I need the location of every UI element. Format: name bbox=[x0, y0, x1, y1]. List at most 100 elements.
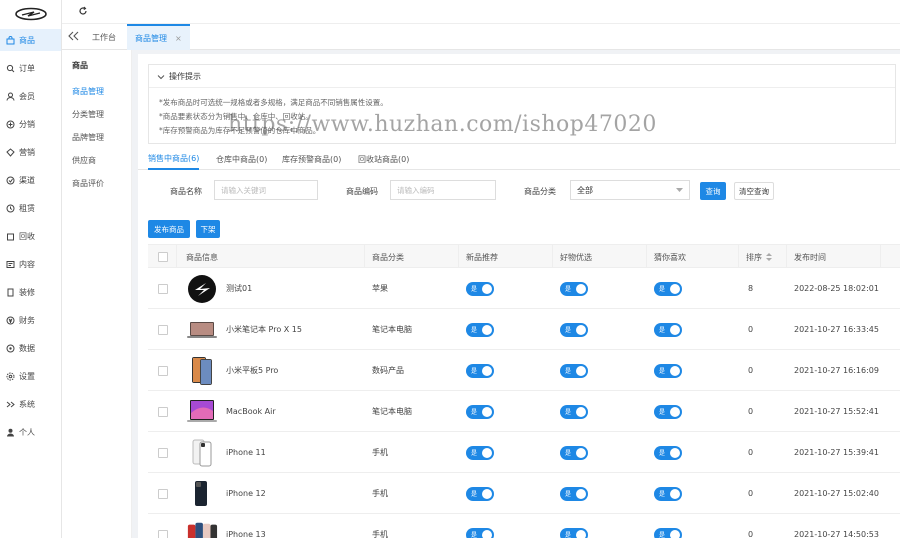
row-checkbox[interactable] bbox=[158, 529, 168, 538]
nav-item-personal[interactable]: 个人 bbox=[0, 421, 61, 443]
product-name[interactable]: iPhone 11 bbox=[226, 448, 266, 457]
search-button[interactable]: 查询 bbox=[700, 182, 726, 200]
header-sort[interactable]: 排序 bbox=[746, 245, 772, 269]
product-name[interactable]: iPhone 13 bbox=[226, 530, 266, 538]
sort-value[interactable]: 0 bbox=[748, 473, 753, 514]
switch-text: 是 bbox=[659, 368, 666, 375]
refresh-icon[interactable] bbox=[78, 6, 88, 18]
tab-workbench[interactable]: 工作台 bbox=[84, 24, 124, 50]
nav-item-settings[interactable]: 设置 bbox=[0, 365, 61, 387]
tab-in-warehouse[interactable]: 仓库中商品(0) bbox=[216, 148, 267, 170]
guess-like-toggle[interactable]: 是 bbox=[654, 445, 682, 460]
new-recommend-toggle[interactable]: 是 bbox=[466, 486, 494, 501]
table-row[interactable]: 测试01 苹果 是 是 是 8 2022-08-25 18:02:01 bbox=[148, 268, 900, 309]
select-all-checkbox[interactable] bbox=[158, 252, 168, 262]
guess-like-toggle[interactable]: 是 bbox=[654, 322, 682, 337]
product-category: 苹果 bbox=[372, 284, 388, 293]
table-row[interactable]: iPhone 12 手机 是 是 是 0 2021-10-27 15:02:40 bbox=[148, 473, 900, 514]
nav-item-recycle[interactable]: 回收 bbox=[0, 225, 61, 247]
table-row[interactable]: MacBook Air 笔记本电脑 是 是 是 0 2021-10-27 15:… bbox=[148, 391, 900, 432]
product-name[interactable]: 小米平板5 Pro bbox=[226, 365, 278, 376]
table-row[interactable]: iPhone 13 手机 是 是 是 0 2021-10-27 14:50:53 bbox=[148, 514, 900, 538]
row-checkbox[interactable] bbox=[158, 324, 168, 335]
sort-value[interactable]: 0 bbox=[748, 391, 753, 432]
channel-icon bbox=[6, 176, 15, 185]
row-checkbox[interactable] bbox=[158, 365, 168, 376]
nav-item-distribution[interactable]: 分销 bbox=[0, 113, 61, 135]
new-recommend-toggle[interactable]: 是 bbox=[466, 281, 494, 296]
nav-item-decorate[interactable]: 装修 bbox=[0, 281, 61, 303]
row-checkbox[interactable] bbox=[158, 488, 168, 499]
product-thumbnail bbox=[186, 273, 218, 305]
guess-like-toggle[interactable]: 是 bbox=[654, 281, 682, 296]
guess-like-toggle[interactable]: 是 bbox=[654, 486, 682, 501]
row-checkbox[interactable] bbox=[158, 447, 168, 458]
category-select[interactable]: 全部 bbox=[570, 180, 690, 200]
submenu-item-brand[interactable]: 品牌管理 bbox=[72, 132, 104, 143]
table-row[interactable]: 小米笔记本 Pro X 15 笔记本电脑 是 是 是 0 2021-10-27 … bbox=[148, 309, 900, 350]
nav-item-members[interactable]: 会员 bbox=[0, 85, 61, 107]
share-icon bbox=[6, 120, 15, 129]
table-row[interactable]: 小米平板5 Pro 数码产品 是 是 是 0 2021-10-27 16:16:… bbox=[148, 350, 900, 391]
tab-on-sale[interactable]: 销售中商品(6) bbox=[148, 148, 200, 170]
guess-like-toggle[interactable]: 是 bbox=[654, 404, 682, 419]
sort-value[interactable]: 0 bbox=[748, 514, 753, 538]
submenu-item-category[interactable]: 分类管理 bbox=[72, 109, 104, 120]
new-recommend-toggle[interactable]: 是 bbox=[466, 363, 494, 378]
tips-header[interactable]: 操作提示 bbox=[157, 71, 201, 82]
product-name[interactable]: iPhone 12 bbox=[226, 489, 266, 498]
nav-item-marketing[interactable]: 营销 bbox=[0, 141, 61, 163]
new-recommend-toggle[interactable]: 是 bbox=[466, 404, 494, 419]
nav-item-channel[interactable]: 渠道 bbox=[0, 169, 61, 191]
sort-label: 排序 bbox=[746, 252, 762, 262]
nav-item-content[interactable]: 内容 bbox=[0, 253, 61, 275]
nav-item-data[interactable]: 数据 bbox=[0, 337, 61, 359]
product-name[interactable]: 小米笔记本 Pro X 15 bbox=[226, 324, 302, 335]
product-name[interactable]: MacBook Air bbox=[226, 407, 276, 416]
reset-button[interactable]: 清空查询 bbox=[734, 182, 774, 200]
nav-item-finance[interactable]: 财务 bbox=[0, 309, 61, 331]
close-icon[interactable]: × bbox=[175, 34, 182, 43]
sort-value[interactable]: 0 bbox=[748, 350, 753, 391]
nav-label: 租赁 bbox=[19, 203, 35, 213]
switch-text: 是 bbox=[565, 450, 572, 457]
publish-product-button[interactable]: 发布商品 bbox=[148, 220, 190, 238]
best-pick-toggle[interactable]: 是 bbox=[560, 363, 588, 378]
laptop-thumbnail-icon bbox=[187, 321, 217, 338]
best-pick-toggle[interactable]: 是 bbox=[560, 281, 588, 296]
best-pick-toggle[interactable]: 是 bbox=[560, 486, 588, 501]
submenu-item-review[interactable]: 商品评价 bbox=[72, 178, 104, 189]
product-thumbnail bbox=[186, 519, 218, 538]
nav-item-lease[interactable]: 租赁 bbox=[0, 197, 61, 219]
guess-like-toggle[interactable]: 是 bbox=[654, 527, 682, 538]
sort-value[interactable]: 0 bbox=[748, 432, 753, 473]
header-guess-you-like: 猜你喜欢 bbox=[654, 252, 686, 262]
sort-value[interactable]: 0 bbox=[748, 309, 753, 350]
guess-like-toggle[interactable]: 是 bbox=[654, 363, 682, 378]
best-pick-toggle[interactable]: 是 bbox=[560, 527, 588, 538]
new-recommend-toggle[interactable]: 是 bbox=[466, 527, 494, 538]
product-name-input[interactable] bbox=[214, 180, 318, 200]
tab-recycle-bin[interactable]: 回收站商品(0) bbox=[358, 148, 409, 170]
main-sidebar: 商品 订单 会员 分销 营销 渠道 租赁 回收 内容 装修 财务 数据 设置 系… bbox=[0, 0, 62, 538]
offshelf-button[interactable]: 下架 bbox=[196, 220, 220, 238]
submenu-item-supplier[interactable]: 供应商 bbox=[72, 155, 96, 166]
tab-goods-management[interactable]: 商品管理 × bbox=[127, 24, 190, 50]
best-pick-toggle[interactable]: 是 bbox=[560, 404, 588, 419]
nav-item-orders[interactable]: 订单 bbox=[0, 57, 61, 79]
nav-item-goods[interactable]: 商品 bbox=[0, 29, 61, 51]
tab-stock-warning[interactable]: 库存预警商品(0) bbox=[282, 148, 341, 170]
submenu-item-goods-management[interactable]: 商品管理 bbox=[72, 86, 104, 97]
collapse-icon[interactable] bbox=[68, 31, 80, 43]
best-pick-toggle[interactable]: 是 bbox=[560, 322, 588, 337]
row-checkbox[interactable] bbox=[158, 406, 168, 417]
new-recommend-toggle[interactable]: 是 bbox=[466, 322, 494, 337]
table-row[interactable]: iPhone 11 手机 是 是 是 0 2021-10-27 15:39:41 bbox=[148, 432, 900, 473]
best-pick-toggle[interactable]: 是 bbox=[560, 445, 588, 460]
product-name[interactable]: 测试01 bbox=[226, 283, 252, 294]
new-recommend-toggle[interactable]: 是 bbox=[466, 445, 494, 460]
nav-item-system[interactable]: 系统 bbox=[0, 393, 61, 415]
row-checkbox[interactable] bbox=[158, 283, 168, 294]
sort-value[interactable]: 8 bbox=[748, 268, 753, 309]
product-code-input[interactable] bbox=[390, 180, 496, 200]
